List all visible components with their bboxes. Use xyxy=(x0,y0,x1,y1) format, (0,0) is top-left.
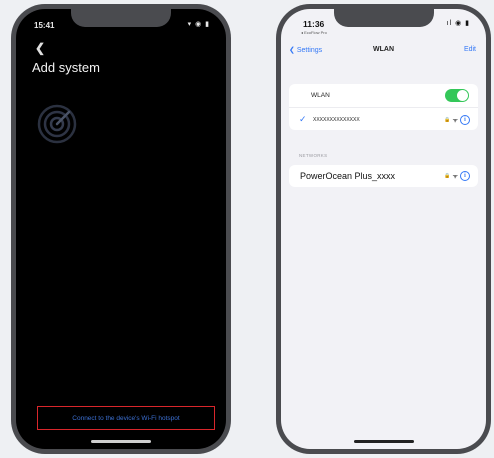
wlan-toggle-row: WLAN xyxy=(289,84,478,107)
status-carrier: ◂ EcoFlow Pro xyxy=(301,30,327,35)
toggle-knob xyxy=(457,90,468,101)
right-phone-frame: 11:36 ◂ EcoFlow Pro ıl ◉ ▮ ❮ Settings WL… xyxy=(276,4,491,454)
network-status-icons: 🔒 ᯤ i xyxy=(444,114,470,125)
nav-title: WLAN xyxy=(373,46,394,53)
wifi-icon: ᯤ xyxy=(452,174,458,180)
info-icon[interactable]: i xyxy=(460,171,470,181)
wlan-toggle[interactable] xyxy=(445,89,469,102)
left-phone-frame: 15:41 ▾ ◉ ▮ ❮ Add system Connect to the … xyxy=(11,4,231,454)
status-icons: ▾ ◉ ▮ xyxy=(187,21,210,28)
networks-card: PowerOcean Plus_xxxx 🔒 ᯤ i xyxy=(289,165,478,187)
wlan-label: WLAN xyxy=(311,92,330,99)
back-chevron-icon[interactable]: ❮ xyxy=(35,41,45,55)
status-time: 11:36 xyxy=(303,19,325,29)
connected-network-row[interactable]: ✓ XXXXXXXXXXXXXX 🔒 ᯤ i xyxy=(289,107,478,131)
phone-notch xyxy=(71,9,171,27)
page-title: Add system xyxy=(32,60,100,75)
edit-button[interactable]: Edit xyxy=(464,46,476,53)
info-icon[interactable]: i xyxy=(460,114,470,125)
home-indicator xyxy=(91,440,151,443)
networks-section-header: NETWORKS xyxy=(299,153,328,158)
network-row[interactable]: PowerOcean Plus_xxxx 🔒 ᯤ i xyxy=(289,165,478,187)
phone-notch xyxy=(333,9,434,27)
connect-hotspot-link[interactable]: Connect to the device's Wi-Fi hotspot xyxy=(72,415,179,422)
left-phone-screen: 15:41 ▾ ◉ ▮ ❮ Add system Connect to the … xyxy=(16,9,226,449)
connected-ssid: XXXXXXXXXXXXXX xyxy=(313,116,360,123)
status-icons: ıl ◉ ▮ xyxy=(446,20,470,27)
radar-scan-icon xyxy=(37,104,77,144)
right-phone-screen: 11:36 ◂ EcoFlow Pro ıl ◉ ▮ ❮ Settings WL… xyxy=(281,9,486,449)
network-name: PowerOcean Plus_xxxx xyxy=(300,171,396,181)
wlan-card: WLAN ✓ XXXXXXXXXXXXXX 🔒 ᯤ i xyxy=(289,84,478,130)
connect-hotspot-highlight[interactable]: Connect to the device's Wi-Fi hotspot xyxy=(37,406,215,430)
wifi-icon: ᯤ xyxy=(452,117,458,124)
lock-icon: 🔒 xyxy=(444,173,451,179)
lock-icon: 🔒 xyxy=(444,116,451,123)
home-indicator xyxy=(353,440,414,443)
network-status-icons: 🔒 ᯤ i xyxy=(444,171,470,181)
status-time: 15:41 xyxy=(34,21,55,30)
checkmark-icon: ✓ xyxy=(299,114,307,124)
